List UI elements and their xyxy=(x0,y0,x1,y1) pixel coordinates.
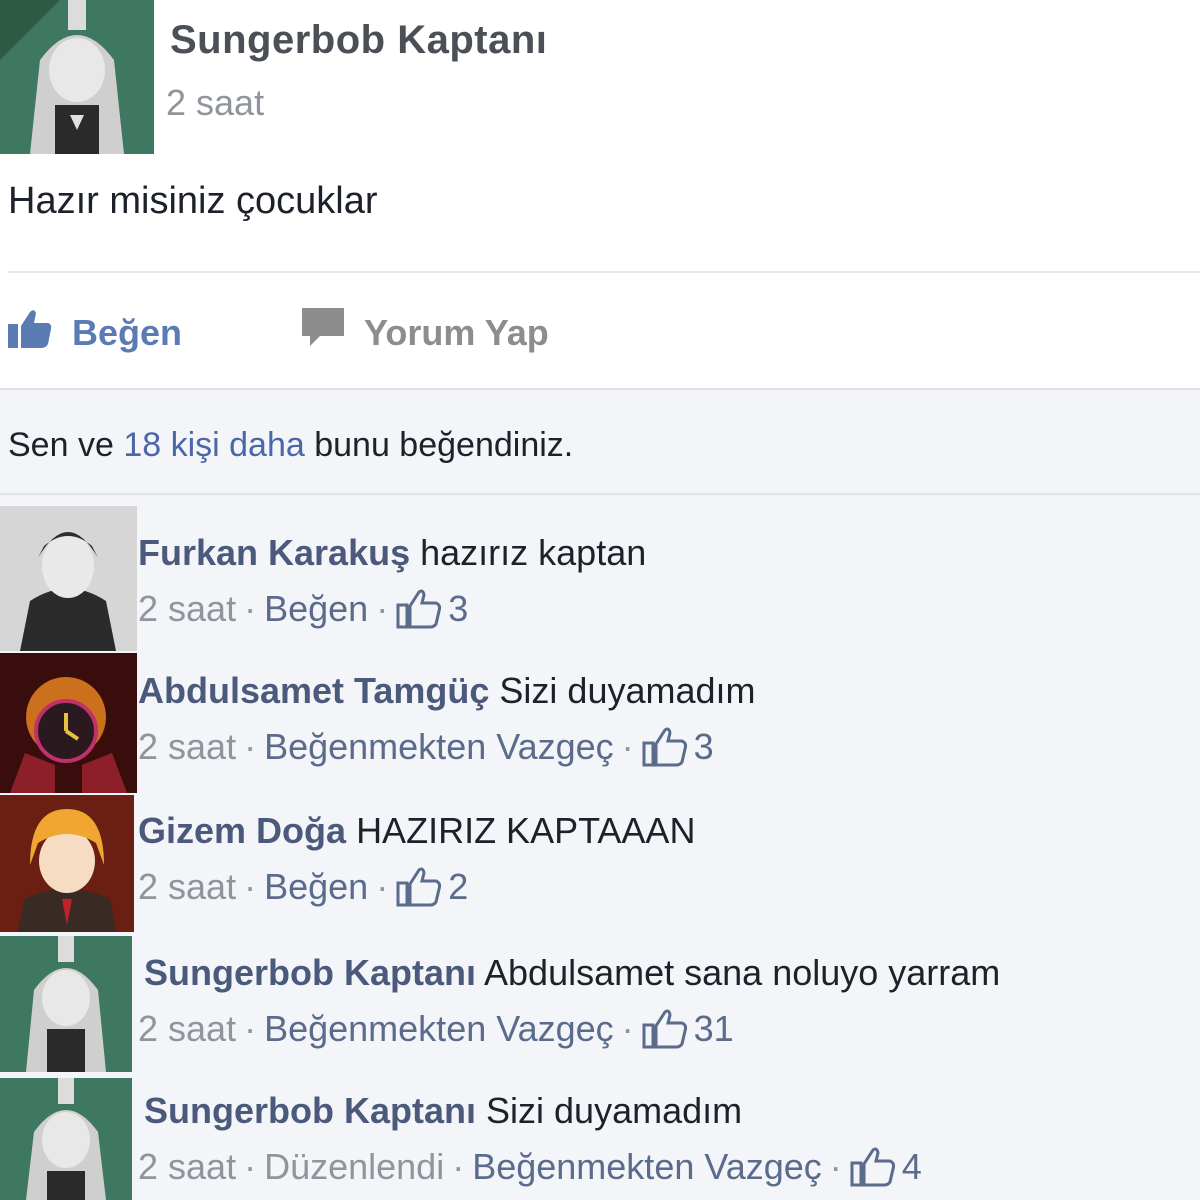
comment-button[interactable]: Yorum Yap xyxy=(302,308,549,357)
separator-dot: · xyxy=(621,726,634,767)
thumbs-up-icon xyxy=(396,867,442,907)
comment-like-link[interactable]: Beğen xyxy=(264,588,368,630)
divider xyxy=(0,388,1200,390)
comment-like-link[interactable]: Beğen xyxy=(264,866,368,908)
comment-timestamp[interactable]: 2 saat xyxy=(138,866,236,908)
comment-like-count[interactable]: 3 xyxy=(396,588,468,630)
separator-dot: · xyxy=(244,726,257,767)
like-button-label: Beğen xyxy=(72,311,183,353)
comment-avatar[interactable] xyxy=(0,653,137,793)
like-button[interactable]: Beğen xyxy=(8,308,182,357)
comment-author[interactable]: Sungerbob Kaptanı xyxy=(144,1090,476,1131)
comment-text: Sizi duyamadım xyxy=(486,1090,743,1131)
likes-summary-prefix: Sen ve xyxy=(8,426,124,464)
speech-bubble-icon xyxy=(302,308,364,357)
comment-button-label: Yorum Yap xyxy=(364,311,549,353)
separator-dot: · xyxy=(244,1146,257,1187)
like-count-value: 31 xyxy=(693,1008,734,1049)
thumbs-up-icon xyxy=(8,308,72,357)
like-count-value: 3 xyxy=(448,588,469,629)
comment: Gizem Doğa HAZIRIZ KAPTAAAN 2 saat · Beğen… xyxy=(138,810,695,908)
thumbs-up-icon xyxy=(396,589,442,629)
post-author-avatar[interactable] xyxy=(0,0,154,154)
comment-timestamp[interactable]: 2 saat xyxy=(138,726,236,768)
likes-summary: Sen ve 18 kişi daha bunu beğendiniz. xyxy=(8,426,573,465)
comment-timestamp[interactable]: 2 saat xyxy=(138,1008,236,1050)
unlike-link[interactable]: Beğenmekten Vazgeç xyxy=(264,1008,614,1050)
thumbs-up-icon xyxy=(642,727,687,767)
comment-avatar[interactable] xyxy=(0,936,132,1072)
divider xyxy=(8,271,1200,273)
comment: Furkan Karakuş hazırız kaptan 2 saat · Beğ… xyxy=(138,532,646,630)
comment-avatar[interactable] xyxy=(0,506,137,651)
comment: Sungerbob Kaptanı Abdulsamet sana noluyo… xyxy=(138,952,1001,1050)
likes-summary-suffix: bunu beğendiniz. xyxy=(304,426,574,464)
comment-text: Sizi duyamadım xyxy=(499,670,756,711)
separator-dot: · xyxy=(244,1008,257,1049)
post-text: Hazır misiniz çocuklar xyxy=(8,180,378,222)
comment-timestamp[interactable]: 2 saat xyxy=(138,1146,236,1188)
comment-like-count[interactable]: 3 xyxy=(642,726,714,768)
comment-timestamp[interactable]: 2 saat xyxy=(138,588,236,630)
post-timestamp[interactable]: 2 saat xyxy=(166,82,264,124)
comment-author[interactable]: Sungerbob Kaptanı xyxy=(144,952,476,993)
like-count-value: 4 xyxy=(901,1146,922,1187)
comment-text: Abdulsamet sana noluyo yarram xyxy=(484,952,1001,993)
likes-summary-others-link[interactable]: 18 kişi daha xyxy=(123,426,304,464)
comment-text: HAZIRIZ KAPTAAAN xyxy=(356,810,696,851)
separator-dot: · xyxy=(829,1146,842,1187)
like-count-value: 2 xyxy=(448,866,469,907)
comment: Abdulsamet Tamgüç Sizi duyamadım 2 saat ·… xyxy=(138,670,756,768)
separator-dot: · xyxy=(244,866,257,907)
comment-avatar[interactable] xyxy=(0,1078,132,1200)
comment: Sungerbob Kaptanı Sizi duyamadım 2 saat ·… xyxy=(138,1090,922,1188)
comment-author[interactable]: Furkan Karakuş xyxy=(138,532,410,573)
comment-author[interactable]: Gizem Doğa xyxy=(138,810,346,851)
comment-avatar[interactable] xyxy=(0,795,134,932)
separator-dot: · xyxy=(244,588,257,629)
comment-like-count[interactable]: 4 xyxy=(850,1146,922,1188)
comment-like-count[interactable]: 2 xyxy=(396,866,468,908)
thumbs-up-icon xyxy=(850,1147,895,1187)
comment-like-count[interactable]: 31 xyxy=(642,1008,734,1050)
like-count-value: 3 xyxy=(693,726,714,767)
unlike-link[interactable]: Beğenmekten Vazgeç xyxy=(264,726,614,768)
divider xyxy=(0,493,1200,495)
unlike-link[interactable]: Beğenmekten Vazgeç xyxy=(472,1146,822,1188)
comments-section xyxy=(0,388,1200,1200)
separator-dot: · xyxy=(452,1146,465,1187)
separator-dot: · xyxy=(376,866,389,907)
edited-label[interactable]: Düzenlendi xyxy=(264,1146,444,1188)
separator-dot: · xyxy=(376,588,389,629)
comment-text: hazırız kaptan xyxy=(420,532,647,573)
separator-dot: · xyxy=(621,1008,634,1049)
thumbs-up-icon xyxy=(642,1009,687,1049)
comment-author[interactable]: Abdulsamet Tamgüç xyxy=(138,670,489,711)
post-author-name[interactable]: Sungerbob Kaptanı xyxy=(170,18,547,63)
